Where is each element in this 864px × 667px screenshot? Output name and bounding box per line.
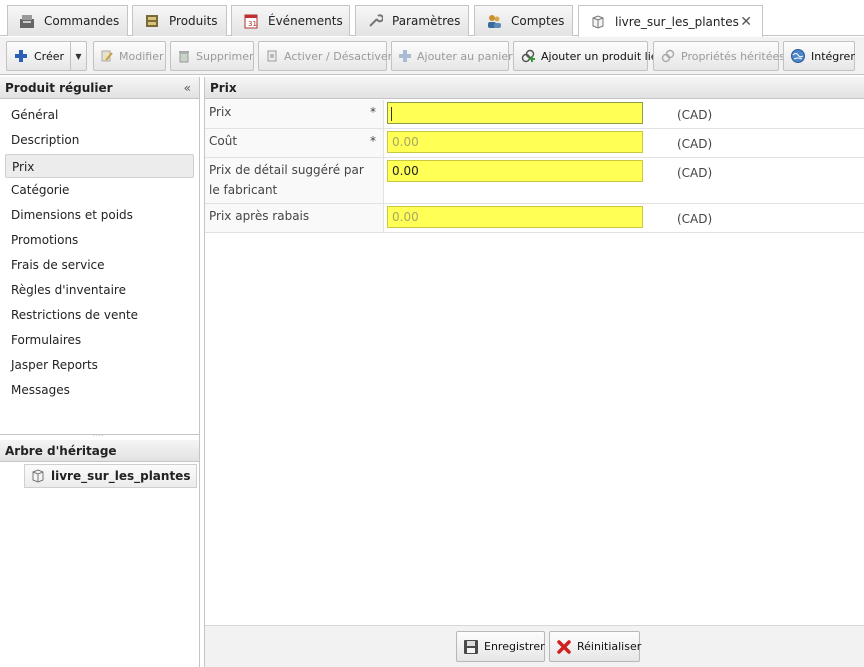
- prix-apres-rabais-input[interactable]: 0.00: [387, 206, 643, 228]
- cube-icon: [589, 13, 607, 31]
- close-tab-icon[interactable]: ✕: [740, 14, 752, 30]
- field-label-cout: Coût: [209, 134, 238, 148]
- nav-item-prix[interactable]: Prix: [5, 154, 194, 178]
- prix-input[interactable]: [387, 102, 643, 124]
- floppy-icon: [463, 638, 479, 656]
- inheritance-tree-header: Arbre d'héritage: [0, 440, 199, 462]
- box-icon: [143, 12, 161, 30]
- tab-parametres[interactable]: Paramètres: [355, 5, 469, 36]
- tab-comptes[interactable]: Comptes: [474, 5, 573, 36]
- integrate-button[interactable]: Intégrer: [783, 41, 855, 71]
- left-panel: Produit régulier « Général Description P…: [0, 77, 200, 667]
- link-icon: [660, 48, 676, 64]
- prix-detail-suggere-input[interactable]: 0.00: [387, 160, 643, 182]
- currency-label: (CAD): [677, 137, 713, 151]
- link-icon: [520, 48, 536, 64]
- collapse-icon[interactable]: «: [184, 77, 191, 99]
- field-label-prix-apres-rabais: Prix après rabais: [209, 209, 310, 223]
- svg-text:31: 31: [248, 20, 257, 28]
- register-icon: [18, 12, 36, 30]
- nav-item-restrictions-vente[interactable]: Restrictions de vente: [5, 303, 194, 327]
- cube-icon: [29, 467, 47, 485]
- reset-button[interactable]: Réinitialiser: [549, 631, 641, 662]
- create-dropdown-icon[interactable]: ▼: [70, 42, 86, 70]
- nav-item-frais-service[interactable]: Frais de service: [5, 253, 194, 277]
- field-row-prix: Prix * (CAD): [205, 100, 864, 129]
- form-footer: Enregistrer Réinitialiser: [205, 625, 864, 667]
- cout-input[interactable]: 0.00: [387, 131, 643, 153]
- tab-evenements[interactable]: 31 Événements: [231, 5, 350, 36]
- tab-bar: Commandes Produits 31 Événements Paramèt…: [0, 0, 864, 37]
- nav-item-jasper-reports[interactable]: Jasper Reports: [5, 353, 194, 377]
- create-button[interactable]: Créer ▼: [6, 41, 87, 71]
- nav-item-formulaires[interactable]: Formulaires: [5, 328, 194, 352]
- red-x-icon: [556, 638, 572, 656]
- nav-item-promotions[interactable]: Promotions: [5, 228, 194, 252]
- add-to-cart-button[interactable]: Ajouter au panier: [391, 41, 513, 71]
- globe-icon: [790, 48, 806, 64]
- tab-produits[interactable]: Produits: [132, 5, 227, 36]
- edit-button[interactable]: Modifier: [93, 41, 166, 71]
- tree-item-product[interactable]: livre_sur_les_plantes: [24, 464, 198, 488]
- text-cursor: [391, 107, 392, 121]
- nav-item-general[interactable]: Général: [5, 103, 194, 127]
- inherited-properties-button[interactable]: Propriétés héritées: [653, 41, 785, 71]
- toolbar: Créer ▼ Modifier Supprimer Activer / Dés…: [0, 37, 864, 75]
- field-label-prix: Prix: [209, 105, 232, 119]
- nav-item-messages[interactable]: Messages: [5, 378, 194, 402]
- nav-item-dimensions[interactable]: Dimensions et poids: [5, 203, 194, 227]
- field-row-prix-apres-rabais: Prix après rabais 0.00 (CAD): [205, 204, 864, 233]
- field-label-prix-detail-line1: Prix de détail suggéré par: [209, 163, 364, 177]
- plus-icon: [398, 48, 412, 64]
- nav-item-regles-inventaire[interactable]: Règles d'inventaire: [5, 278, 194, 302]
- edit-icon: [100, 48, 114, 64]
- delete-button[interactable]: Supprimer: [170, 41, 254, 71]
- currency-label: (CAD): [677, 166, 713, 180]
- required-marker: *: [370, 105, 376, 119]
- users-icon: [485, 12, 503, 30]
- field-row-cout: Coût * 0.00 (CAD): [205, 129, 864, 158]
- tab-livre-sur-les-plantes[interactable]: livre_sur_les_plantes ✕: [578, 5, 763, 37]
- wrench-icon: [366, 12, 384, 30]
- currency-label: (CAD): [677, 212, 713, 226]
- nav-item-description[interactable]: Description: [5, 128, 194, 152]
- required-marker: *: [370, 134, 376, 148]
- calendar-icon: 31: [242, 12, 260, 30]
- nav-item-categorie[interactable]: Catégorie: [5, 178, 194, 202]
- field-label-prix-detail-line2: le fabricant: [209, 183, 278, 197]
- currency-label: (CAD): [677, 108, 713, 122]
- save-button[interactable]: Enregistrer: [456, 631, 545, 662]
- field-row-prix-detail-suggere: Prix de détail suggéré par le fabricant …: [205, 158, 864, 204]
- plus-icon: [13, 48, 29, 64]
- right-panel: Prix Prix * (CAD) Coût * 0.00 (CAD) Prix…: [204, 77, 864, 667]
- left-panel-header: Produit régulier «: [0, 77, 199, 99]
- toggle-icon: [265, 48, 279, 64]
- tab-commandes[interactable]: Commandes: [7, 5, 128, 36]
- add-linked-product-button[interactable]: Ajouter un produit lié: [513, 41, 658, 71]
- form-header: Prix: [205, 77, 864, 99]
- toggle-active-button[interactable]: Activer / Désactiver: [258, 41, 392, 71]
- trash-icon: [177, 48, 191, 64]
